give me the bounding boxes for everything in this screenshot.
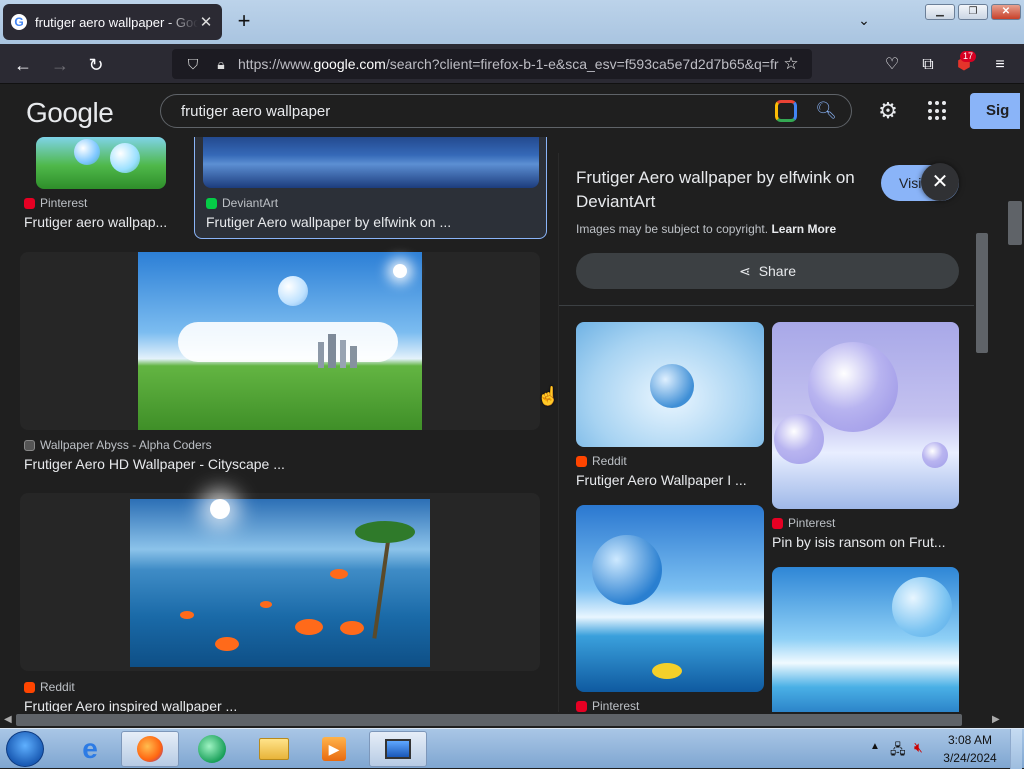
- google-apps-grid-icon[interactable]: [926, 99, 950, 123]
- google-favicon-icon: G: [11, 14, 27, 30]
- close-window-button[interactable]: ✕: [991, 4, 1021, 20]
- hamburger-menu-icon[interactable]: ≡: [989, 54, 1011, 76]
- result-card[interactable]: [20, 493, 540, 671]
- back-arrow-icon[interactable]: ←: [10, 52, 36, 78]
- tracking-shield-icon[interactable]: ⛉: [182, 56, 204, 73]
- show-hidden-icons-chevron-icon[interactable]: ▲: [870, 741, 880, 752]
- result-thumbnail-cityscape[interactable]: [138, 252, 422, 430]
- deviantart-icon: [206, 197, 217, 209]
- extensions-puzzle-icon[interactable]: ⧉: [917, 54, 939, 76]
- forward-arrow-icon[interactable]: →: [47, 52, 73, 78]
- media-player-icon[interactable]: ▶: [305, 731, 363, 767]
- explorer-folder-icon[interactable]: [245, 731, 303, 767]
- remote-desktop-icon[interactable]: [369, 731, 427, 767]
- image-results-grid: Pinterest Frutiger aero wallpap... Devia…: [0, 137, 555, 712]
- panel-scrollbar[interactable]: [975, 153, 989, 712]
- divider: [559, 305, 974, 306]
- related-title[interactable]: Pin by isis ransom on Frut...: [772, 534, 957, 550]
- search-icon[interactable]: 🔍︎: [815, 101, 837, 121]
- related-thumbnail-water-sphere[interactable]: [576, 505, 764, 692]
- pocket-icon[interactable]: ♡: [881, 54, 903, 76]
- share-icon: ⋖: [738, 262, 751, 279]
- related-title[interactable]: Frutiger Aero Wallpaper I ...: [576, 472, 756, 488]
- reload-icon[interactable]: ↻: [83, 52, 109, 78]
- windows-taskbar: e ▶ ▲ 🖧︎ 🔇︎ 3:08 AM 3/24/2024: [0, 728, 1024, 769]
- result-card[interactable]: [20, 252, 540, 430]
- list-all-tabs-chevron-icon[interactable]: ⌄: [854, 12, 874, 32]
- active-tab[interactable]: G frutiger aero wallpaper - Google Searc…: [3, 4, 222, 40]
- restore-window-button[interactable]: ❐: [958, 4, 988, 20]
- copyright-notice: Images may be subject to copyright. Lear…: [576, 222, 837, 236]
- result-thumbnail-fish[interactable]: [130, 499, 430, 667]
- wallpaper-abyss-icon: [24, 439, 35, 451]
- start-orb-icon[interactable]: [6, 731, 44, 767]
- horizontal-scrollbar[interactable]: ◀ ▶: [0, 712, 1006, 728]
- related-source[interactable]: Pinterest: [576, 699, 639, 712]
- vertical-scroll-thumb[interactable]: [1008, 201, 1022, 245]
- scroll-left-arrow-icon[interactable]: ◀: [4, 712, 12, 728]
- result-title[interactable]: Frutiger Aero HD Wallpaper - Cityscape .…: [24, 456, 354, 472]
- tab-title: frutiger aero wallpaper - Google Search: [35, 14, 198, 30]
- pinterest-icon: [24, 197, 35, 209]
- search-input[interactable]: [181, 102, 776, 120]
- vertical-scrollbar[interactable]: [1006, 137, 1024, 712]
- pinterest-icon: [576, 700, 587, 712]
- sign-in-button[interactable]: Sig: [970, 93, 1020, 129]
- close-icon[interactable]: ✕: [921, 163, 959, 201]
- volume-muted-icon[interactable]: 🔇︎: [914, 739, 923, 756]
- settings-gear-icon[interactable]: ⚙: [876, 99, 900, 123]
- result-source[interactable]: Reddit: [24, 680, 75, 694]
- pinterest-icon: [772, 517, 783, 529]
- horizontal-scroll-thumb[interactable]: [16, 714, 962, 726]
- reddit-icon: [576, 455, 587, 467]
- extension-badge: 17: [960, 51, 977, 62]
- google-logo[interactable]: Google: [26, 97, 114, 129]
- result-thumbnail-pinterest[interactable]: [36, 137, 166, 189]
- learn-more-link[interactable]: Learn More: [771, 222, 836, 236]
- lock-icon[interactable]: 🔒︎: [210, 56, 232, 73]
- result-title[interactable]: Frutiger aero wallpap...: [24, 214, 184, 230]
- firefox-taskbar-icon[interactable]: [121, 731, 179, 767]
- preview-title[interactable]: Frutiger Aero wallpaper by elfwink on De…: [576, 166, 866, 214]
- google-header: Google 🔍︎ ⚙ Sig: [0, 85, 1020, 137]
- result-title[interactable]: Frutiger Aero inspired wallpaper ...: [24, 698, 354, 712]
- result-source[interactable]: DeviantArt: [206, 196, 278, 210]
- related-source[interactable]: Reddit: [576, 454, 627, 468]
- bookmark-star-icon[interactable]: ☆: [780, 54, 802, 74]
- new-tab-button[interactable]: +: [232, 10, 256, 34]
- tab-bar: G frutiger aero wallpaper - Google Searc…: [0, 0, 1024, 44]
- hand-cursor-icon: ☝: [537, 386, 560, 406]
- clock-date[interactable]: 3/24/2024: [938, 751, 1002, 765]
- related-thumbnail-water-wave[interactable]: [772, 567, 959, 712]
- share-button[interactable]: ⋖ Share: [576, 253, 959, 289]
- google-lens-icon[interactable]: [775, 100, 798, 122]
- reddit-icon: [24, 681, 35, 693]
- network-icon[interactable]: 🖧︎: [890, 739, 906, 763]
- clock-time[interactable]: 3:08 AM: [940, 733, 1000, 747]
- media-center-icon[interactable]: [183, 731, 241, 767]
- related-thumbnail-splash[interactable]: [576, 322, 764, 447]
- internet-explorer-icon[interactable]: e: [61, 731, 119, 767]
- navigation-toolbar: ← → ↻ ⛉ 🔒︎ https://www.google.com/search…: [0, 44, 1024, 84]
- related-source[interactable]: Pinterest: [772, 516, 835, 530]
- system-tray: ▲ 🖧︎ 🔇︎ 3:08 AM 3/24/2024: [866, 729, 1024, 769]
- scroll-right-arrow-icon[interactable]: ▶: [992, 712, 1000, 728]
- related-thumbnail-bubbles[interactable]: [772, 322, 959, 509]
- result-title[interactable]: Frutiger Aero wallpaper by elfwink on ..…: [206, 214, 536, 230]
- show-desktop-button[interactable]: [1010, 729, 1022, 769]
- image-preview-panel: Frutiger Aero wallpaper by elfwink on De…: [558, 153, 974, 712]
- result-source[interactable]: Pinterest: [24, 196, 87, 210]
- address-bar[interactable]: ⛉ 🔒︎ https://www.google.com/search?clien…: [172, 49, 812, 79]
- search-box[interactable]: 🔍︎: [160, 94, 852, 128]
- tab-close-icon[interactable]: ✕: [198, 13, 214, 31]
- minimize-window-button[interactable]: ▁: [925, 4, 955, 20]
- url-text[interactable]: https://www.google.com/search?client=fir…: [238, 56, 780, 72]
- result-source[interactable]: Wallpaper Abyss - Alpha Coders: [24, 438, 212, 452]
